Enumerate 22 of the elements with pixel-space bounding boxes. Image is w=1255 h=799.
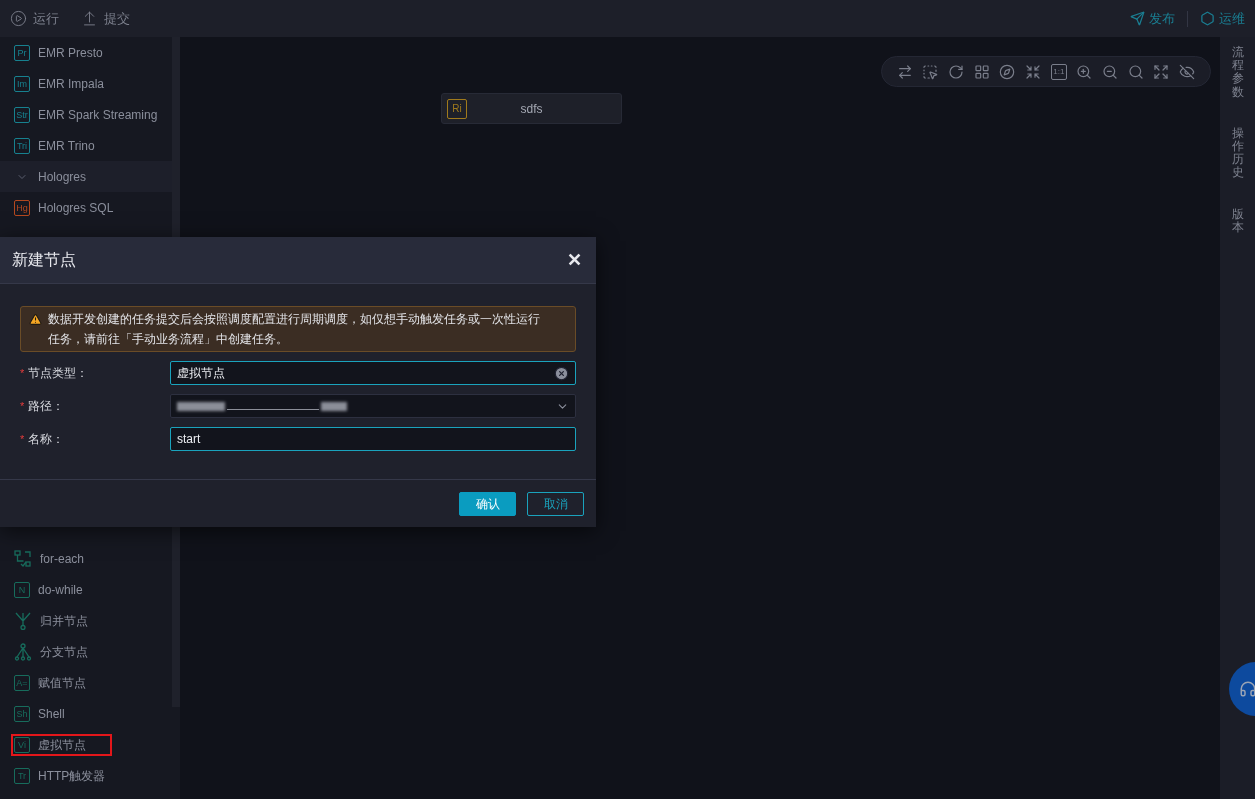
warning-text: 数据开发创建的任务提交后会按照调度配置进行周期调度，如仅想手动触发任务或一次性运行任务，请前往「手动业务流程」中创建任务。 <box>48 311 541 348</box>
node-type-icon: Str <box>14 106 30 123</box>
field-value: start <box>177 431 202 448</box>
node-type-icon: Tr <box>14 767 30 784</box>
field-label: 名称： <box>28 431 65 448</box>
node-type-icon: Hg <box>14 199 30 216</box>
node-type-icon: Vi <box>14 736 30 753</box>
required-mark: * <box>20 433 25 445</box>
node-type-icon: A= <box>14 674 30 691</box>
required-mark: * <box>20 367 25 379</box>
required-mark: * <box>20 400 25 412</box>
node-type-icon: N <box>14 581 30 598</box>
dialog-title: 新建节点 <box>12 250 77 270</box>
node-type-icon: Ri <box>447 98 467 119</box>
field-label: 节点类型： <box>28 365 89 382</box>
field-label: 路径： <box>28 398 65 415</box>
node-label: sdfs <box>519 100 544 118</box>
field-value: 虚拟节点 <box>177 365 226 382</box>
node-type-icon: Im <box>14 75 30 92</box>
node-type-icon: Sh <box>14 705 30 722</box>
node-type-icon: Pr <box>14 44 30 61</box>
node-type-icon: Tri <box>14 137 30 154</box>
